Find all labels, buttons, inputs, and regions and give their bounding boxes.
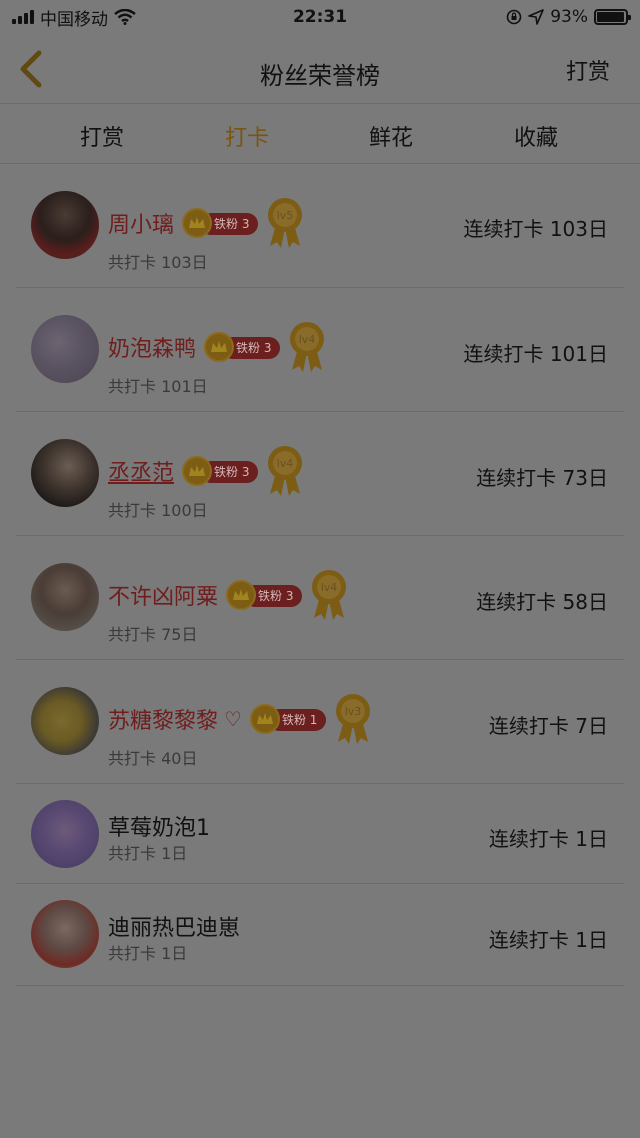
tab-bar: 打赏 打卡 鲜花 收藏	[0, 104, 640, 164]
crown-icon	[182, 456, 213, 486]
total-checkins: 共打卡 103日	[108, 253, 208, 272]
page-title: 粉丝荣誉榜	[260, 62, 380, 90]
fan-badge: 铁粉 3	[182, 208, 259, 238]
total-checkins: 共打卡 75日	[108, 625, 198, 644]
tab-checkin[interactable]: 打卡	[207, 120, 287, 152]
fan-name[interactable]: 不许凶阿粟	[108, 579, 218, 611]
status-right: 93%	[506, 7, 631, 27]
svg-text:lv5: lv5	[277, 209, 294, 222]
total-checkins: 共打卡 101日	[108, 377, 208, 396]
total-checkins: 共打卡 100日	[108, 501, 208, 520]
level-medal-icon: lv5	[268, 198, 303, 248]
signal-icon	[12, 10, 34, 24]
svg-text:lv4: lv4	[277, 457, 294, 470]
streak-days: 连续打卡 1日	[488, 827, 608, 851]
battery-icon	[594, 9, 631, 25]
fan-name[interactable]: 草莓奶泡1	[108, 810, 210, 842]
list-item[interactable]: 奶泡森鸭 铁粉 3 lv4 共打卡 101日 连续打卡 101日	[16, 288, 624, 412]
level-medal-icon: lv4	[268, 446, 303, 496]
back-button[interactable]	[10, 48, 50, 90]
streak-days: 连续打卡 7日	[488, 714, 608, 738]
heart-icon: ♡	[224, 707, 242, 731]
streak-days: 连续打卡 58日	[476, 590, 608, 614]
level-medal-icon: lv4	[312, 570, 347, 620]
avatar[interactable]	[31, 900, 99, 968]
list-item[interactable]: 草莓奶泡1 共打卡 1日 连续打卡 1日	[16, 784, 624, 884]
fan-badge: 铁粉 3	[182, 456, 259, 486]
avatar[interactable]	[31, 439, 99, 507]
avatar[interactable]	[31, 191, 99, 259]
carrier-label: 中国移动	[40, 9, 108, 30]
svg-text:lv3: lv3	[345, 705, 362, 718]
svg-text:lv4: lv4	[321, 581, 338, 594]
streak-days: 连续打卡 101日	[463, 342, 608, 366]
streak-days: 连续打卡 103日	[463, 217, 608, 241]
fan-name[interactable]: 迪丽热巴迪崽	[108, 910, 240, 942]
nav-bar: 粉丝荣誉榜 打赏	[0, 34, 640, 104]
svg-text:lv4: lv4	[299, 333, 316, 346]
avatar[interactable]	[31, 687, 99, 755]
list-item[interactable]: 周小璃 铁粉 3 lv5 共打卡 103日 连续打卡 103日	[16, 164, 624, 288]
status-bar: 中国移动 22:31 93%	[0, 0, 640, 34]
reward-button[interactable]: 打赏	[566, 54, 610, 86]
tab-reward[interactable]: 打赏	[62, 120, 142, 152]
level-medal-icon: lv3	[335, 694, 370, 744]
list-item[interactable]: 苏糖黎黎黎 ♡ 铁粉 1 lv3 共打卡 40日 连续打卡 7日	[16, 660, 624, 784]
location-icon	[528, 9, 545, 25]
avatar[interactable]	[31, 315, 99, 383]
tab-flowers[interactable]: 鲜花	[351, 120, 431, 152]
list-item[interactable]: 迪丽热巴迪崽 共打卡 1日 连续打卡 1日	[16, 884, 624, 986]
avatar[interactable]	[31, 800, 99, 868]
fan-name[interactable]: 丞丞范	[108, 455, 174, 487]
crown-icon	[249, 704, 280, 734]
chevron-left-icon	[20, 50, 42, 88]
fan-name[interactable]: 奶泡森鸭	[108, 331, 196, 363]
total-checkins: 共打卡 40日	[108, 749, 198, 768]
crown-icon	[226, 580, 257, 610]
streak-days: 连续打卡 73日	[476, 466, 608, 490]
crown-icon	[182, 208, 213, 238]
streak-days: 连续打卡 1日	[488, 928, 608, 952]
battery-percent: 93%	[550, 7, 588, 27]
total-checkins: 共打卡 1日	[108, 944, 188, 963]
total-checkins: 共打卡 1日	[108, 844, 188, 863]
list-item[interactable]: 不许凶阿粟 铁粉 3 lv4 共打卡 75日 连续打卡 58日	[16, 536, 624, 660]
fan-badge: 铁粉 1	[249, 704, 326, 734]
fan-badge: 铁粉 3	[204, 332, 281, 362]
fan-name[interactable]: 周小璃	[108, 207, 174, 239]
rotation-lock-icon	[506, 9, 522, 25]
fan-name[interactable]: 苏糖黎黎黎	[108, 703, 218, 735]
status-left: 中国移动	[12, 5, 136, 30]
crown-icon	[204, 332, 235, 362]
level-medal-icon: lv4	[290, 322, 325, 372]
fan-badge: 铁粉 3	[226, 580, 303, 610]
tab-favorites[interactable]: 收藏	[496, 120, 576, 152]
avatar[interactable]	[31, 563, 99, 631]
wifi-icon	[114, 9, 136, 25]
list-item[interactable]: 丞丞范 铁粉 3 lv4 共打卡 100日 连续打卡 73日	[16, 412, 624, 536]
